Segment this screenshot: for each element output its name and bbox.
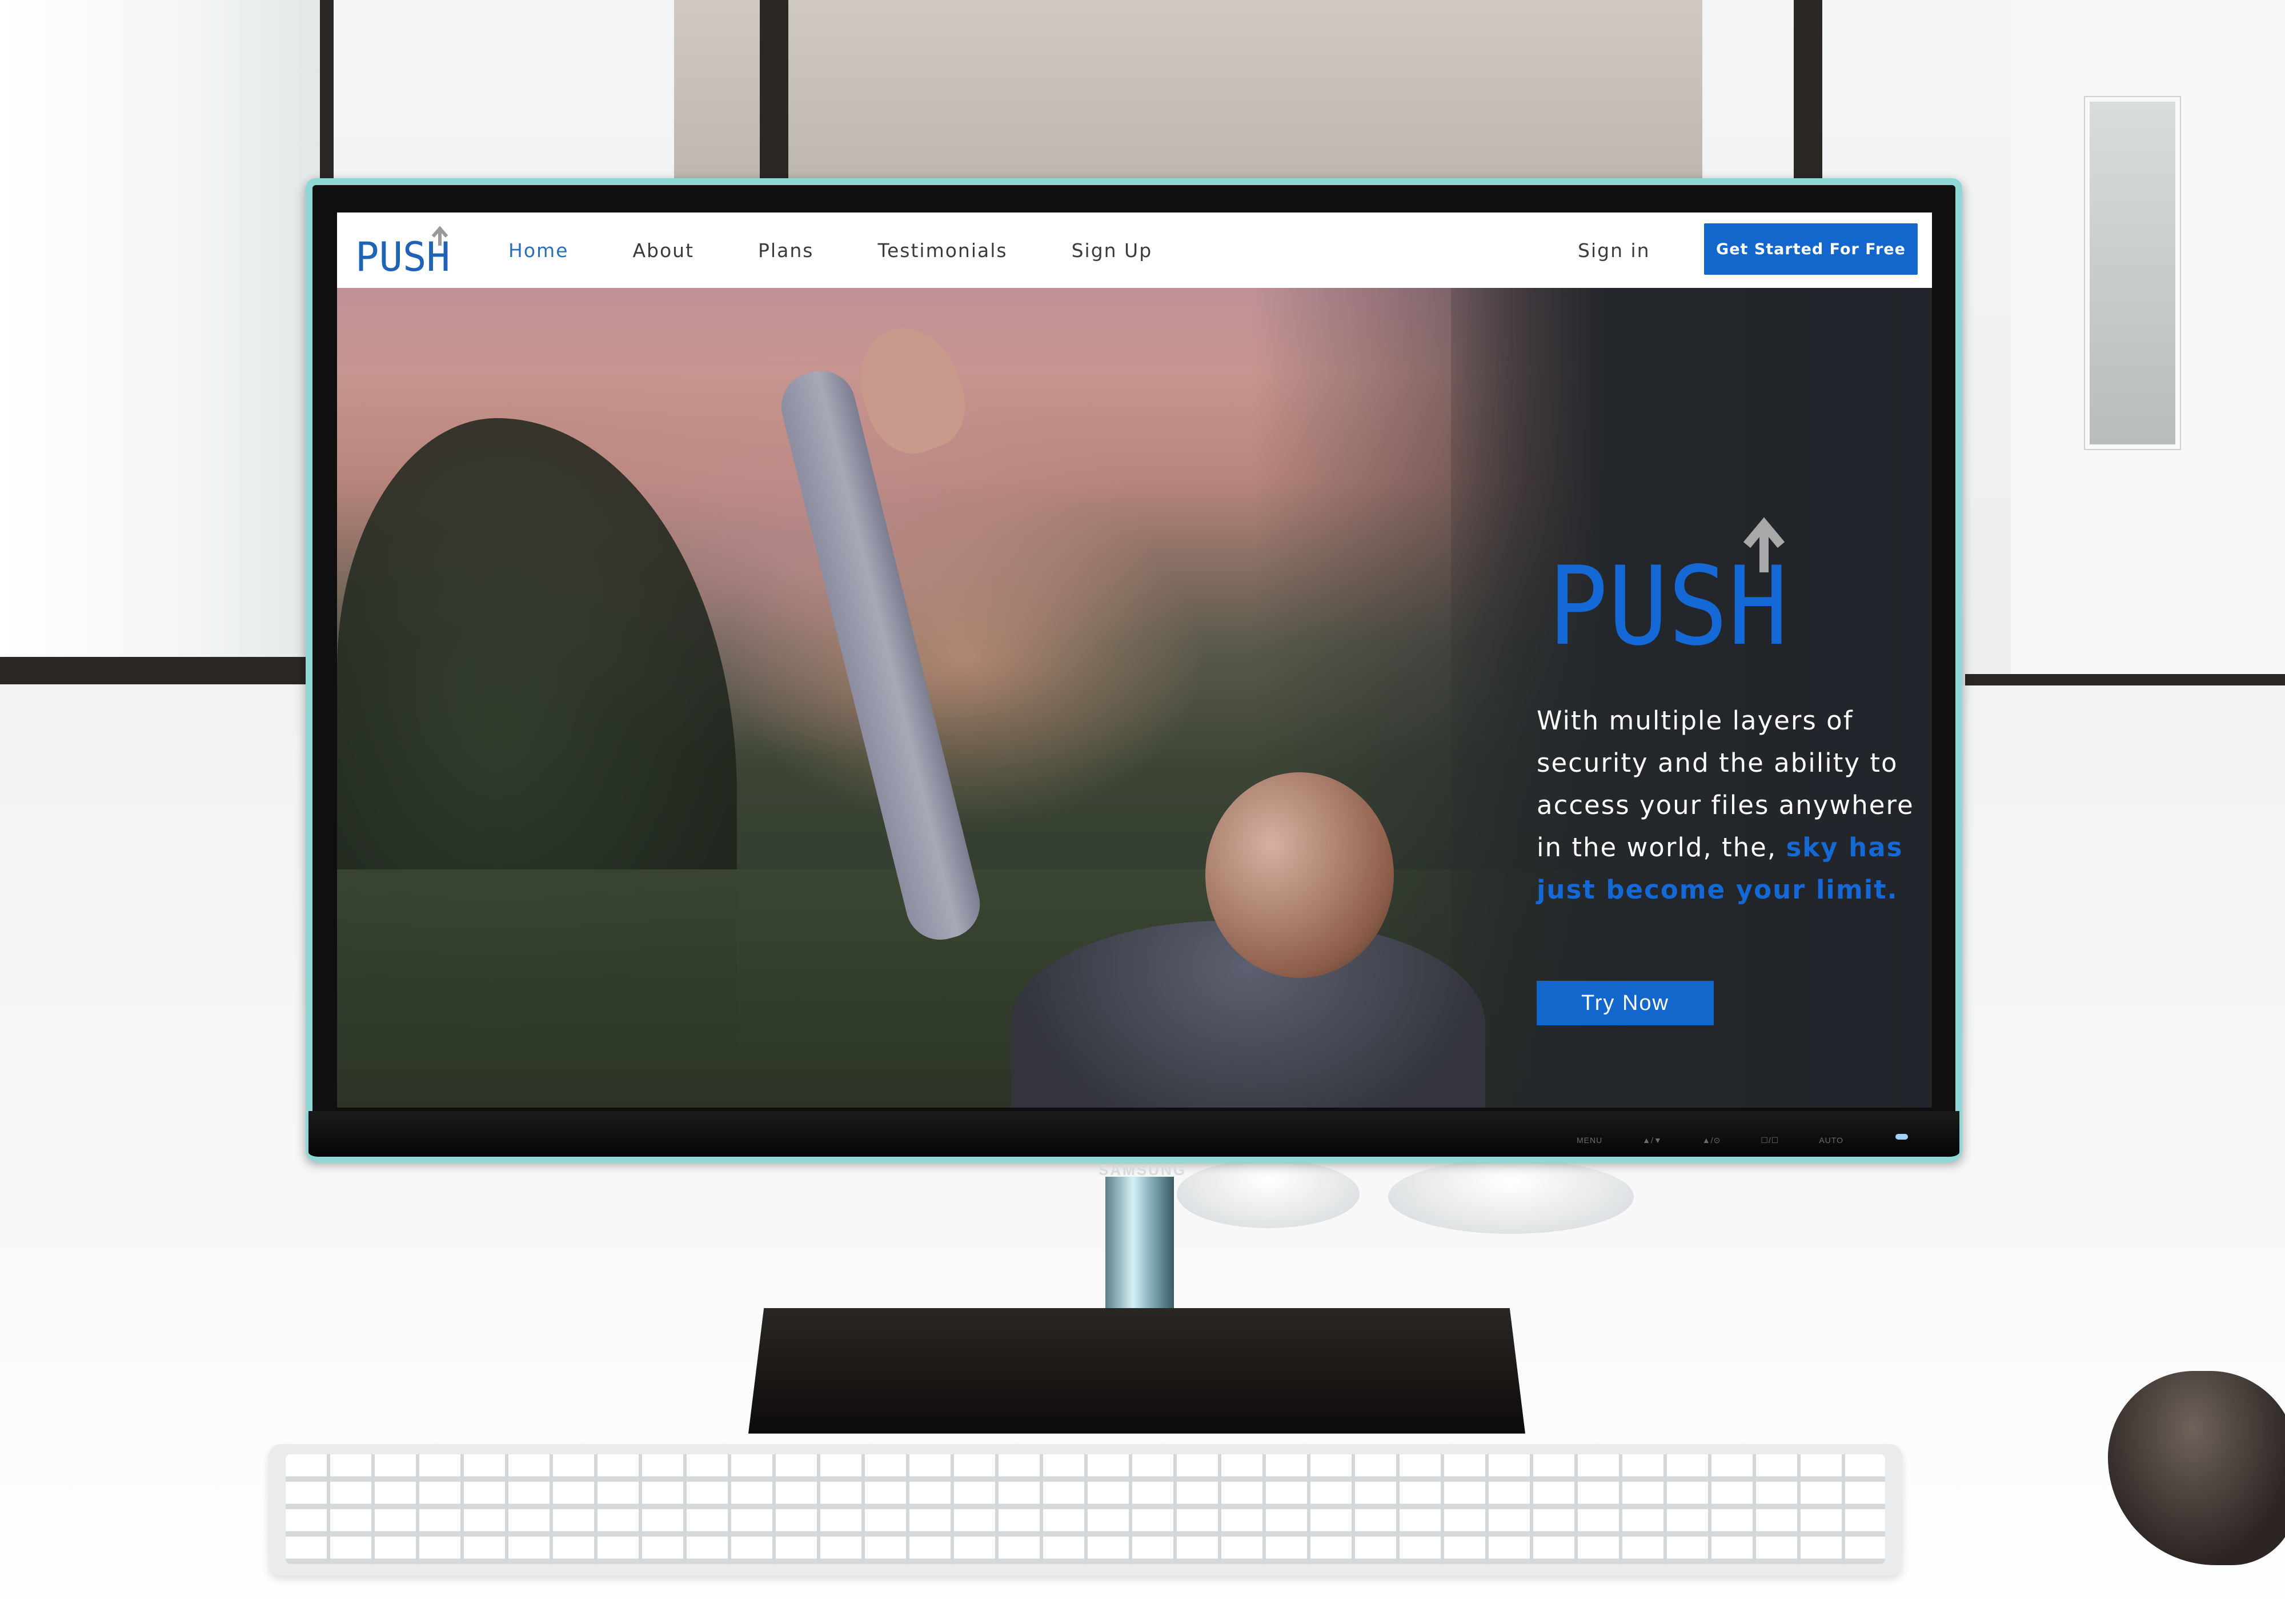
nav-item-home[interactable]: Home: [508, 239, 568, 262]
site-logo-text: PUSH: [355, 234, 450, 274]
osd-label[interactable]: ▲/⊙: [1702, 1136, 1721, 1145]
window-light: [0, 0, 320, 674]
hero-person-head: [1205, 772, 1394, 978]
osd-label[interactable]: ▲/▼: [1642, 1136, 1662, 1145]
site-logo[interactable]: PUSH: [355, 225, 452, 280]
sign-in-link[interactable]: Sign in: [1578, 212, 1650, 288]
speaker-right: [1388, 1160, 1634, 1234]
window-frame: [0, 657, 320, 684]
doorway-frame: [1794, 0, 1822, 189]
nav-item-about[interactable]: About: [632, 239, 694, 262]
get-started-button[interactable]: Get Started For Free: [1704, 223, 1918, 275]
hero-tagline: With multiple layers of security and the…: [1537, 700, 1931, 911]
monitor-stand-base: [748, 1308, 1525, 1434]
osd-label[interactable]: AUTO: [1819, 1136, 1843, 1145]
navbar: PUSH Home About Plans Testimonials Sign …: [337, 212, 1932, 288]
hero-logo: PUSH: [1548, 515, 1805, 669]
wall-picture: [2085, 97, 2180, 449]
keyboard: [268, 1444, 1902, 1575]
nav-item-plans[interactable]: Plans: [758, 239, 813, 262]
nav-item-testimonials[interactable]: Testimonials: [877, 239, 1007, 262]
back-wall: [674, 0, 1702, 189]
osd-label[interactable]: MENU: [1577, 1136, 1602, 1145]
keyboard-keys: [286, 1454, 1885, 1564]
nav-links: Home About Plans Testimonials Sign Up: [508, 212, 1216, 288]
hero-logo-text: PUSH: [1548, 543, 1788, 652]
doorway-frame: [760, 0, 788, 189]
osd-label[interactable]: ☐/☐: [1761, 1136, 1779, 1145]
website-screen: PUSH Home About Plans Testimonials Sign …: [337, 212, 1932, 1108]
power-led-icon: [1895, 1134, 1908, 1140]
try-now-button[interactable]: Try Now: [1537, 981, 1714, 1025]
monitor-osd-buttons: MENU ▲/▼ ▲/⊙ ☐/☐ AUTO: [1577, 1136, 1843, 1145]
nav-item-sign-up[interactable]: Sign Up: [1072, 239, 1153, 262]
